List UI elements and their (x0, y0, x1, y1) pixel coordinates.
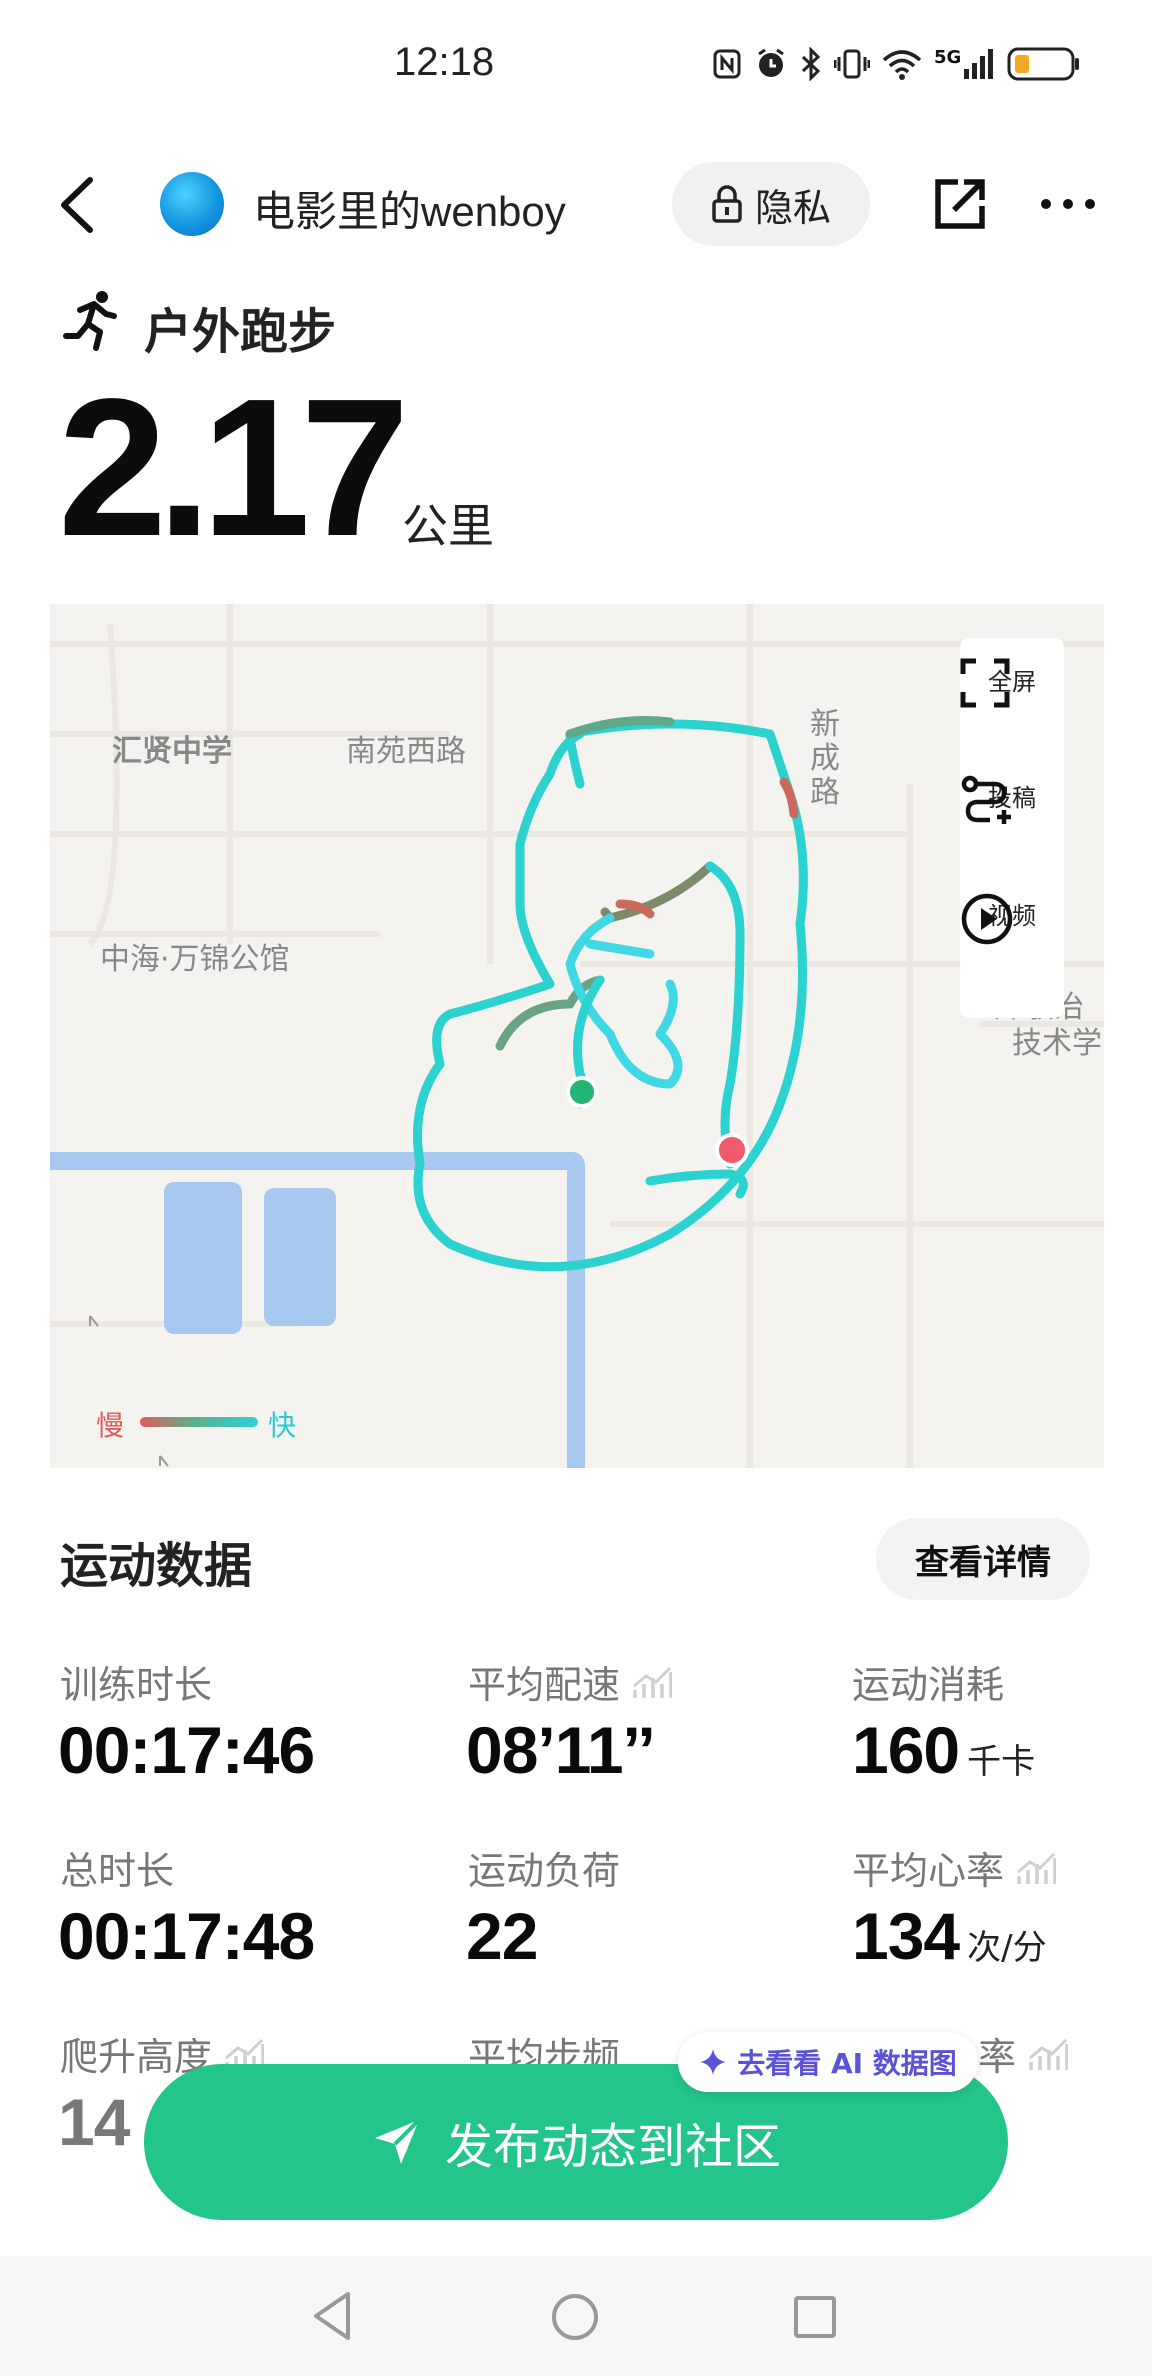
avg-heart-rate-label[interactable]: 平均心率 (852, 1840, 1057, 1895)
running-route (413, 716, 808, 1272)
calories-value: 160 (852, 1713, 960, 1787)
wifi-icon (882, 50, 922, 80)
elevation-gain-value: 14 (58, 2085, 130, 2159)
lock-icon (712, 185, 742, 223)
avatar[interactable] (160, 172, 224, 236)
stats-section-title: 运动数据 (60, 1538, 253, 1594)
view-details-button[interactable]: 查看详情 (876, 1518, 1090, 1600)
calories-label-text: 运动消耗 (852, 1663, 1005, 1707)
training-load-value: 22 (466, 1899, 538, 1973)
play-video-icon (961, 893, 1013, 945)
chart-icon (633, 1666, 673, 1698)
map-label-road-xincheng: 新成路 (810, 707, 840, 810)
map-label-school: 汇贤中学 (112, 734, 232, 769)
avg-pace-value: 08’11’’ (466, 1713, 656, 1787)
total-duration-value: 00:17:48 (58, 1899, 315, 1973)
route-end-marker (715, 1133, 749, 1167)
route-submit-icon (961, 775, 1011, 824)
distance-value: 2.17 (58, 358, 409, 577)
calories-label: 运动消耗 (852, 1654, 1004, 1709)
nav-back-icon[interactable] (310, 2290, 354, 2342)
back-button[interactable] (50, 170, 110, 240)
avg-pace-label-text: 平均配速 (468, 1663, 621, 1707)
send-icon (374, 2118, 421, 2164)
route-submit-button[interactable]: 投稿 (960, 774, 1064, 824)
fullscreen-button[interactable]: 全屏 (960, 658, 1064, 708)
avg-heart-rate-unit: 次/分 (967, 1928, 1047, 1968)
ai-data-chart-chip[interactable]: 去看看 AI 数据图 (678, 2032, 978, 2092)
ai-chip-label: 去看看 AI 数据图 (737, 2047, 957, 2080)
chart-icon (1017, 1852, 1057, 1884)
training-duration-value: 00:17:46 (58, 1713, 315, 1787)
map-toolbar: 全屏 投稿 视频 (960, 638, 1064, 1018)
system-nav-bar (0, 2256, 1152, 2376)
total-duration-label: 总时长 (60, 1840, 174, 1895)
training-load-label: 运动负荷 (468, 1840, 620, 1895)
avg-heart-rate-value: 134 (852, 1899, 960, 1973)
share-icon[interactable] (928, 172, 992, 236)
user-name[interactable]: 电影里的wenboy (253, 178, 566, 239)
battery-icon (1007, 47, 1080, 81)
alarm-icon (758, 48, 784, 77)
privacy-label: 隐私 (754, 185, 831, 230)
calories-value-row: 160 千卡 (852, 1712, 1035, 1788)
legend-fast-label: 快 (268, 1409, 297, 1442)
nav-recents-icon[interactable] (792, 2294, 838, 2340)
map-label-partial-2: 技术学 (1012, 1026, 1102, 1061)
privacy-button[interactable]: 隐私 (672, 162, 870, 246)
training-duration-label-text: 训练时长 (60, 1663, 213, 1707)
avg-heart-rate-value-row: 134 次/分 (852, 1898, 1047, 1974)
status-time: 12:18 (394, 40, 495, 84)
route-map[interactable]: 汇贤中学 南苑西路 新成路 中海·万锦公馆 郑敬治 技术学 全屏 投稿 视频 慢… (50, 604, 1104, 1468)
bluetooth-icon (801, 47, 821, 81)
training-load-label-text: 运动负荷 (468, 1849, 621, 1893)
running-icon (63, 291, 117, 351)
avg-pace-label[interactable]: 平均配速 (468, 1654, 673, 1709)
pace-legend-bar (140, 1417, 258, 1427)
network-indicator: 5G (934, 49, 995, 79)
network-label: 5G (934, 47, 962, 68)
partial-rate-label[interactable]: 率 (978, 2026, 1069, 2081)
legend-slow-label: 慢 (96, 1409, 125, 1442)
vibrate-icon (834, 49, 870, 79)
route-start-marker (566, 1076, 598, 1108)
map-water (50, 1152, 585, 1468)
training-duration-label: 训练时长 (60, 1654, 212, 1709)
status-icons: 5G (712, 44, 1081, 84)
avg-heart-rate-label-text: 平均心率 (852, 1849, 1005, 1893)
chart-icon (1029, 2038, 1069, 2070)
nav-home-icon[interactable] (550, 2292, 600, 2342)
map-label-road-west: 南苑西路 (346, 734, 466, 769)
fullscreen-icon (960, 658, 1010, 708)
signal-icon (964, 49, 994, 79)
nfc-icon (713, 49, 741, 79)
distance-unit: 公里 (402, 499, 494, 553)
sport-type-title: 户外跑步 (144, 304, 337, 360)
calories-unit: 千卡 (967, 1742, 1036, 1782)
publish-label: 发布动态到社区 (444, 2119, 781, 2175)
sparkle-icon (700, 2049, 727, 2075)
total-duration-label-text: 总时长 (60, 1849, 175, 1893)
map-label-residence: 中海·万锦公馆 (100, 942, 290, 977)
more-options-icon[interactable] (1036, 180, 1100, 228)
partial-rate-label-text: 率 (978, 2035, 1017, 2079)
video-button[interactable]: 视频 (960, 892, 1064, 945)
